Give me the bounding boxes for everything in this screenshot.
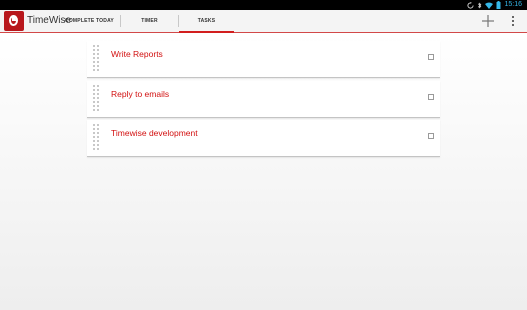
status-time: 15:16 bbox=[504, 1, 522, 8]
tab-label: TASKS bbox=[197, 18, 216, 24]
task-title: Write Reports bbox=[111, 49, 163, 59]
sync-icon bbox=[467, 1, 475, 9]
wifi-icon bbox=[485, 2, 494, 9]
status-bar: 15:16 bbox=[0, 0, 527, 10]
task-checkbox[interactable] bbox=[428, 94, 434, 100]
battery-icon bbox=[496, 1, 501, 9]
task-list: Write Reports Reply to emails Timewise d… bbox=[0, 33, 527, 310]
drag-handle-icon[interactable] bbox=[93, 85, 100, 113]
tab-label: TIMER bbox=[141, 18, 158, 24]
drag-handle-icon[interactable] bbox=[93, 45, 100, 73]
action-bar: TimeWise COMPLETE TODAY TIMER TASKS bbox=[0, 10, 527, 33]
task-title: Reply to emails bbox=[111, 89, 170, 99]
task-title: Timewise development bbox=[111, 128, 198, 138]
plus-icon[interactable] bbox=[482, 15, 494, 27]
task-checkbox[interactable] bbox=[428, 54, 434, 60]
bluetooth-icon bbox=[478, 1, 482, 9]
task-item[interactable]: Reply to emails bbox=[87, 81, 440, 118]
vertical-dots-icon[interactable] bbox=[509, 15, 517, 27]
task-item[interactable]: Write Reports bbox=[87, 41, 440, 78]
task-item[interactable]: Timewise development bbox=[87, 120, 440, 157]
tab-bar: COMPLETE TODAY TIMER TASKS bbox=[59, 10, 234, 33]
app-logo-icon[interactable] bbox=[4, 11, 24, 31]
tab-complete-today[interactable]: COMPLETE TODAY bbox=[59, 10, 120, 32]
drag-handle-icon[interactable] bbox=[93, 124, 100, 152]
tab-label: COMPLETE TODAY bbox=[65, 18, 114, 24]
tab-timer[interactable]: TIMER bbox=[121, 10, 178, 32]
task-checkbox[interactable] bbox=[428, 133, 434, 139]
tab-tasks[interactable]: TASKS bbox=[179, 10, 234, 33]
